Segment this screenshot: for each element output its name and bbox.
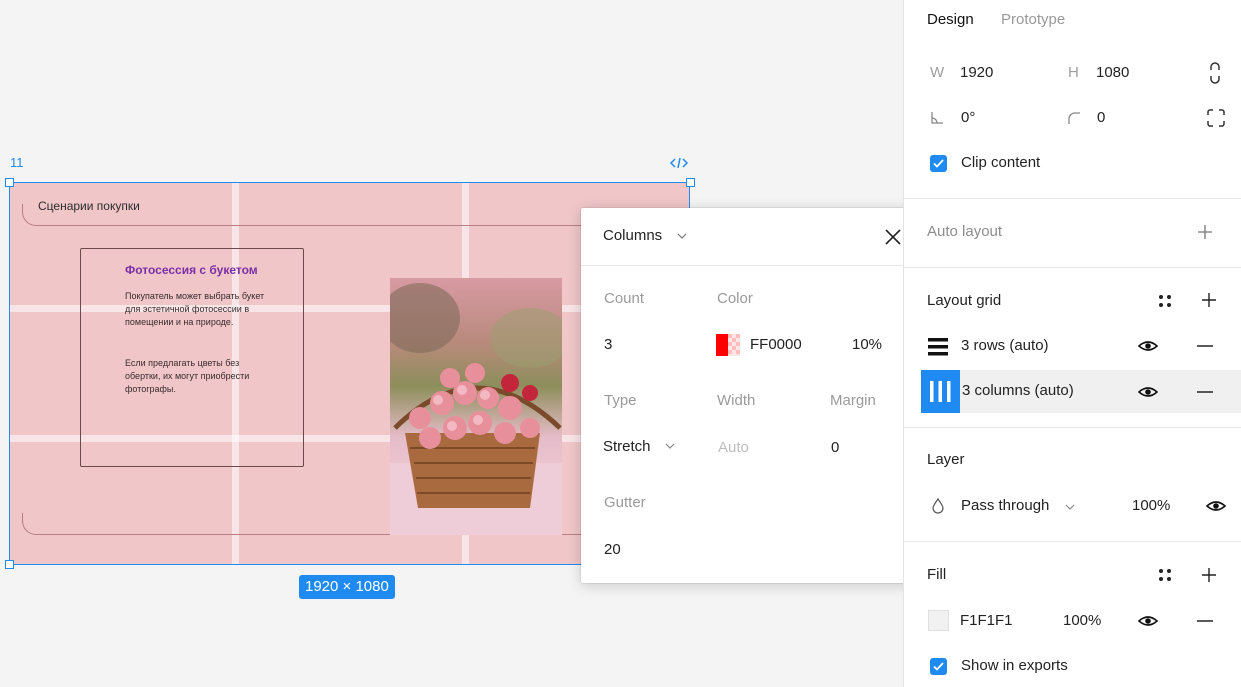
divider bbox=[904, 198, 1241, 199]
margin-label: Margin bbox=[830, 392, 876, 409]
width-input[interactable]: 1920 bbox=[960, 64, 993, 81]
rows-grid-icon[interactable] bbox=[928, 337, 948, 357]
color-opacity-input[interactable]: 10% bbox=[852, 336, 882, 353]
blend-mode-dropdown[interactable]: Pass through bbox=[961, 497, 1049, 514]
add-fill-icon[interactable] bbox=[1201, 567, 1217, 583]
clip-content-label: Clip content bbox=[961, 154, 1041, 171]
fill-hex-input[interactable]: F1F1F1 bbox=[960, 612, 1013, 629]
remove-grid-icon[interactable] bbox=[1196, 384, 1214, 400]
bouquet-photo bbox=[390, 278, 562, 535]
count-input[interactable]: 3 bbox=[604, 336, 612, 353]
show-in-exports-checkbox[interactable] bbox=[930, 658, 947, 675]
grid-styles-icon[interactable] bbox=[1158, 294, 1172, 308]
tab-prototype[interactable]: Prototype bbox=[1001, 11, 1065, 28]
clip-content-checkbox[interactable] bbox=[930, 155, 947, 172]
resize-handle[interactable] bbox=[5, 560, 14, 569]
fill-opacity-input[interactable]: 100% bbox=[1063, 612, 1101, 629]
gutter-label: Gutter bbox=[604, 494, 646, 511]
eye-icon[interactable] bbox=[1206, 498, 1226, 514]
add-auto-layout-icon[interactable] bbox=[1197, 224, 1213, 240]
design-panel: Design Prototype W 1920 H 1080 0° 0 Clip… bbox=[903, 0, 1241, 687]
color-hex-input[interactable]: FF0000 bbox=[750, 336, 802, 353]
width-label: Width bbox=[717, 392, 756, 409]
fill-color-swatch[interactable] bbox=[928, 610, 949, 631]
height-input[interactable]: 1080 bbox=[1096, 64, 1129, 81]
corner-radius-icon bbox=[1068, 112, 1080, 124]
popup-header: Columns bbox=[581, 208, 921, 266]
check-icon bbox=[933, 159, 944, 168]
show-in-exports-label: Show in exports bbox=[961, 657, 1068, 674]
code-icon[interactable] bbox=[669, 156, 689, 170]
divider bbox=[904, 267, 1241, 268]
flower-basket-image bbox=[390, 283, 562, 535]
grid-item-label[interactable]: 3 rows (auto) bbox=[961, 337, 1049, 354]
text-card: Фотосессия с букетом Покупатель может вы… bbox=[80, 248, 304, 467]
remove-fill-icon[interactable] bbox=[1196, 613, 1214, 629]
frame-dimensions-badge: 1920 × 1080 bbox=[299, 575, 395, 599]
layer-title: Layer bbox=[927, 451, 965, 468]
blend-mode-icon bbox=[932, 498, 944, 514]
columns-grid-icon-button[interactable] bbox=[921, 370, 960, 413]
corner-radius-input[interactable]: 0 bbox=[1097, 109, 1105, 126]
eye-icon[interactable] bbox=[1138, 384, 1158, 400]
chevron-down-icon[interactable] bbox=[677, 232, 687, 240]
layer-opacity-input[interactable]: 100% bbox=[1132, 497, 1170, 514]
fill-styles-icon[interactable] bbox=[1158, 568, 1172, 582]
width-input[interactable]: Auto bbox=[718, 439, 749, 456]
columns-grid-icon bbox=[930, 381, 951, 402]
grid-item-label[interactable]: 3 columns (auto) bbox=[962, 382, 1074, 399]
height-label: H bbox=[1068, 64, 1079, 81]
auto-layout-title: Auto layout bbox=[927, 223, 1003, 240]
layout-grid-title: Layout grid bbox=[927, 292, 1002, 309]
type-dropdown[interactable]: Stretch bbox=[603, 438, 651, 455]
card-paragraph: Покупатель может выбрать букет для эстет… bbox=[125, 291, 265, 327]
card-paragraph: Если предлагать цветы без обертки, их мо… bbox=[125, 358, 250, 394]
constrain-proportions-icon[interactable] bbox=[1208, 62, 1222, 84]
margin-input[interactable]: 0 bbox=[831, 439, 839, 456]
eye-icon[interactable] bbox=[1138, 613, 1158, 629]
type-label: Type bbox=[604, 392, 637, 409]
rotation-input[interactable]: 0° bbox=[961, 109, 975, 126]
add-layout-grid-icon[interactable] bbox=[1201, 292, 1217, 308]
card-title: Фотосессия с букетом bbox=[125, 263, 258, 277]
frame-name-label[interactable]: 11 bbox=[10, 155, 24, 170]
divider bbox=[904, 427, 1241, 428]
close-icon[interactable] bbox=[883, 227, 903, 247]
resize-handle[interactable] bbox=[686, 178, 695, 187]
divider bbox=[904, 541, 1241, 542]
rotation-icon bbox=[931, 112, 943, 124]
remove-grid-icon[interactable] bbox=[1196, 338, 1214, 354]
check-icon bbox=[933, 662, 944, 671]
fill-title: Fill bbox=[927, 566, 947, 583]
resize-handle[interactable] bbox=[5, 178, 14, 187]
gutter-input[interactable]: 20 bbox=[604, 541, 621, 558]
eye-icon[interactable] bbox=[1138, 338, 1158, 354]
chevron-down-icon[interactable] bbox=[665, 442, 675, 450]
independent-corners-icon[interactable] bbox=[1207, 109, 1225, 127]
chevron-down-icon[interactable] bbox=[1065, 503, 1075, 511]
grid-type-dropdown[interactable]: Columns bbox=[603, 227, 662, 244]
count-label: Count bbox=[604, 290, 645, 307]
width-label: W bbox=[930, 64, 945, 81]
tab-design[interactable]: Design bbox=[927, 11, 974, 28]
layout-grid-settings-popup: Columns Count 3 Color FF0000 10% Type St… bbox=[581, 208, 921, 583]
color-label: Color bbox=[717, 290, 753, 307]
color-swatch[interactable] bbox=[716, 334, 740, 356]
